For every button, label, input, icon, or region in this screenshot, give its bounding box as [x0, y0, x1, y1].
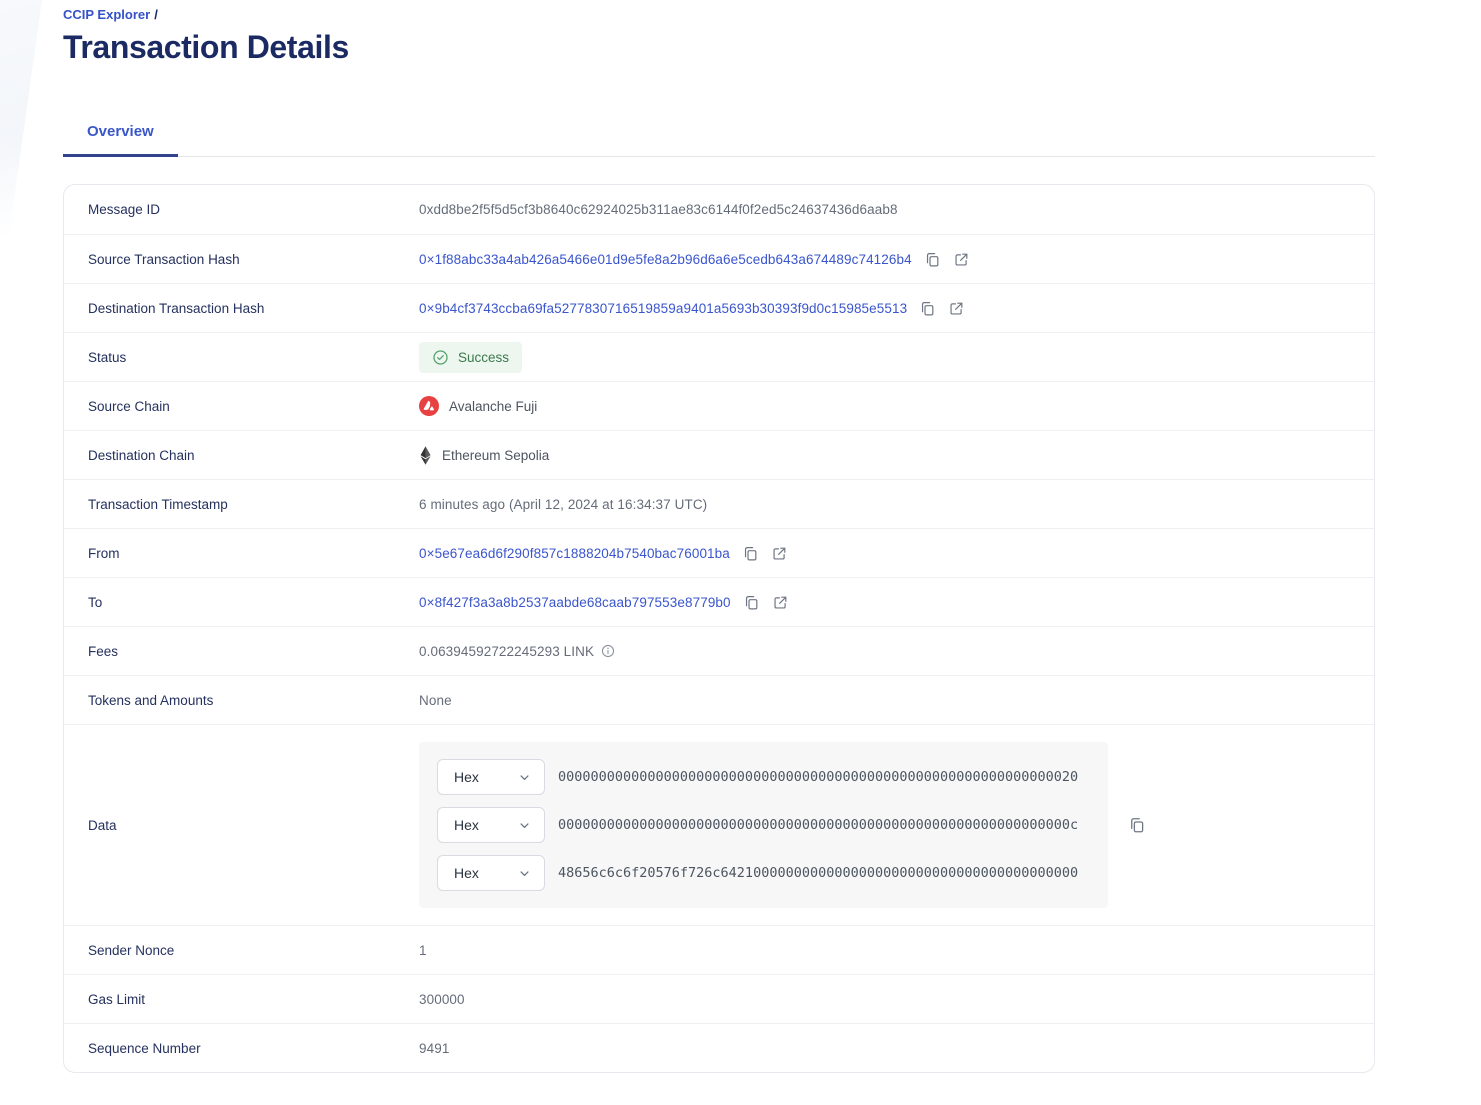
check-circle-icon	[432, 349, 449, 366]
external-link-icon[interactable]	[948, 300, 965, 317]
destination-chain-value: Ethereum Sepolia	[419, 445, 550, 465]
status-badge-label: Success	[458, 349, 510, 365]
row-label: Status	[88, 349, 127, 365]
tokens-value: None	[419, 692, 452, 708]
tab-bar: Overview	[63, 111, 1375, 157]
data-hex-value: 48656c6c6f20576f726c64210000000000000000…	[558, 865, 1079, 881]
row-sequence-number: Sequence Number 9491	[64, 1023, 1374, 1072]
breadcrumb-separator: /	[154, 7, 158, 22]
row-label: Data	[88, 817, 117, 833]
row-gas-limit: Gas Limit 300000	[64, 974, 1374, 1023]
row-message-id: Message ID 0xdd8be2f5f5d5cf3b8640c629240…	[64, 185, 1374, 234]
source-chain-name: Avalanche Fuji	[449, 398, 538, 414]
row-label: Source Transaction Hash	[88, 251, 240, 267]
row-source-chain: Source Chain Avalanche Fuji	[64, 381, 1374, 430]
hex-format-select[interactable]: Hex	[437, 807, 545, 843]
destination-chain-name: Ethereum Sepolia	[442, 447, 550, 463]
chevron-down-icon	[517, 770, 532, 785]
data-hex-panel: Hex 000000000000000000000000000000000000…	[419, 742, 1108, 908]
row-fees: Fees 0.06394592722245293 LINK	[64, 626, 1374, 675]
destination-tx-hash-link[interactable]: 0×9b4cf3743ccba69fa5277830716519859a9401…	[419, 301, 907, 316]
data-hex-line: Hex 48656c6c6f20576f726c6421000000000000…	[437, 855, 1090, 891]
message-id-value: 0xdd8be2f5f5d5cf3b8640c62924025b311ae83c…	[419, 202, 898, 217]
hex-format-select[interactable]: Hex	[437, 759, 545, 795]
breadcrumb: CCIP Explorer /	[63, 0, 1375, 22]
row-label: Destination Transaction Hash	[88, 300, 265, 316]
chevron-down-icon	[517, 866, 532, 881]
row-label: Message ID	[88, 202, 161, 217]
source-chain-value: Avalanche Fuji	[419, 396, 537, 416]
row-destination-chain: Destination Chain Ethereum Sepolia	[64, 430, 1374, 479]
hex-format-select-value: Hex	[454, 769, 479, 785]
row-from: From 0×5e67ea6d6f290f857c1888204b7540bac…	[64, 528, 1374, 577]
timestamp-value: 6 minutes ago (April 12, 2024 at 16:34:3…	[419, 496, 708, 512]
gas-limit-value: 300000	[419, 991, 465, 1007]
external-link-icon[interactable]	[953, 251, 970, 268]
row-label: Tokens and Amounts	[88, 692, 214, 708]
row-label: Source Chain	[88, 398, 170, 414]
hex-format-select-value: Hex	[454, 865, 479, 881]
tab-overview[interactable]: Overview	[63, 111, 178, 157]
data-hex-value: 0000000000000000000000000000000000000000…	[558, 817, 1079, 833]
row-transaction-timestamp: Transaction Timestamp 6 minutes ago (Apr…	[64, 479, 1374, 528]
row-destination-tx-hash: Destination Transaction Hash 0×9b4cf3743…	[64, 283, 1374, 332]
breadcrumb-link-ccip-explorer[interactable]: CCIP Explorer	[63, 7, 150, 22]
row-label: Transaction Timestamp	[88, 496, 228, 512]
row-tokens-and-amounts: Tokens and Amounts None	[64, 675, 1374, 724]
copy-icon[interactable]	[742, 545, 759, 562]
row-label: Gas Limit	[88, 991, 146, 1007]
data-hex-line: Hex 000000000000000000000000000000000000…	[437, 807, 1090, 843]
data-hex-line: Hex 000000000000000000000000000000000000…	[437, 759, 1090, 795]
page-title: Transaction Details	[63, 29, 349, 65]
row-status: Status Success	[64, 332, 1374, 381]
copy-icon[interactable]	[743, 594, 760, 611]
row-label: To	[88, 594, 103, 610]
copy-icon[interactable]	[924, 251, 941, 268]
hex-format-select-value: Hex	[454, 817, 479, 833]
row-data: Data Hex 0000000000000000000000000000000…	[64, 724, 1374, 925]
row-label: Destination Chain	[88, 447, 195, 463]
external-link-icon[interactable]	[771, 545, 788, 562]
transaction-details-page: CCIP Explorer / Transaction Details Overv…	[0, 0, 1481, 1105]
copy-icon[interactable]	[1128, 816, 1146, 834]
row-source-tx-hash: Source Transaction Hash 0×1f88abc33a4ab4…	[64, 234, 1374, 283]
row-to: To 0×8f427f3a3a8b2537aabde68caab797553e8…	[64, 577, 1374, 626]
hex-format-select[interactable]: Hex	[437, 855, 545, 891]
transaction-details-card: Message ID 0xdd8be2f5f5d5cf3b8640c629240…	[63, 184, 1375, 1073]
sender-nonce-value: 1	[419, 942, 427, 958]
row-label: Sequence Number	[88, 1040, 201, 1056]
info-icon[interactable]	[601, 644, 615, 658]
to-address-link[interactable]: 0×8f427f3a3a8b2537aabde68caab797553e8779…	[419, 595, 731, 610]
fees-value: 0.06394592722245293 LINK	[419, 643, 595, 659]
row-label: From	[88, 545, 120, 561]
from-address-link[interactable]: 0×5e67ea6d6f290f857c1888204b7540bac76001…	[419, 546, 730, 561]
chevron-down-icon	[517, 818, 532, 833]
row-label: Fees	[88, 643, 119, 659]
row-label: Sender Nonce	[88, 942, 175, 958]
data-hex-value: 0000000000000000000000000000000000000000…	[558, 769, 1079, 785]
copy-icon[interactable]	[919, 300, 936, 317]
sequence-number-value: 9491	[419, 1040, 450, 1056]
ethereum-icon	[419, 445, 432, 465]
external-link-icon[interactable]	[772, 594, 789, 611]
status-badge: Success	[419, 341, 523, 373]
source-tx-hash-link[interactable]: 0×1f88abc33a4ab426a5466e01d9e5fe8a2b96d6…	[419, 252, 912, 267]
row-sender-nonce: Sender Nonce 1	[64, 925, 1374, 974]
avalanche-icon	[419, 396, 439, 416]
